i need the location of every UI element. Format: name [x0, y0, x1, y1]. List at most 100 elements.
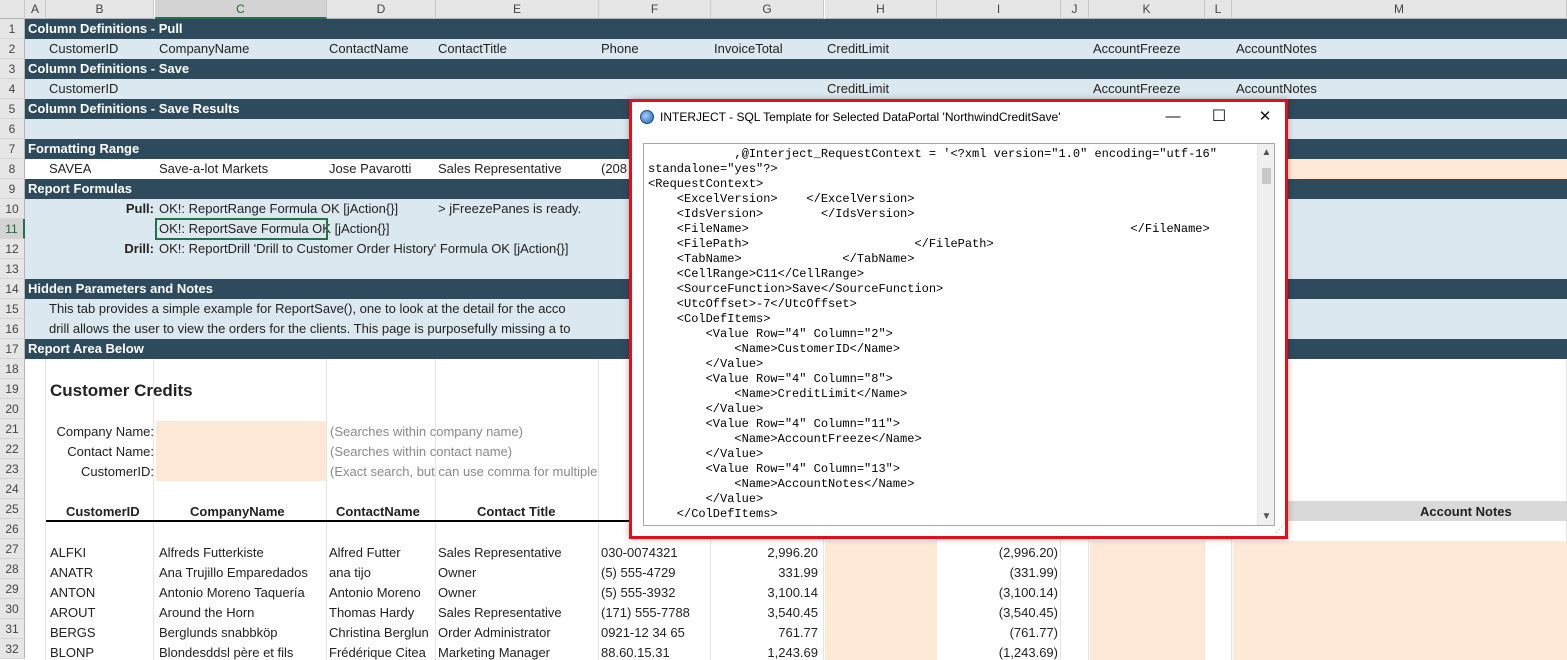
column-header[interactable]: B — [46, 0, 154, 19]
cell-contactname[interactable]: Thomas Hardy — [329, 603, 414, 623]
row-header[interactable]: 30 — [0, 599, 25, 619]
cell-contactname[interactable]: Christina Berglun — [329, 623, 429, 643]
sql-template-dialog[interactable]: INTERJECT - SQL Template for Selected Da… — [629, 99, 1288, 539]
header-customerid[interactable]: CustomerID — [66, 502, 140, 522]
row-header[interactable]: 17 — [0, 339, 25, 359]
row-header[interactable]: 21 — [0, 419, 25, 439]
column-header[interactable]: D — [327, 0, 436, 19]
cell-m2[interactable]: AccountNotes — [1236, 39, 1317, 59]
cell-invoicetotal[interactable]: 3,540.45 — [711, 603, 818, 623]
cell-phone[interactable]: 030-0074321 — [601, 543, 678, 563]
cell-companyname[interactable]: Blondesddsl père et fils — [159, 643, 293, 660]
cell-d2[interactable]: ContactName — [329, 39, 408, 59]
cell-f8[interactable]: (208 — [601, 159, 627, 179]
row-header[interactable]: 23 — [0, 459, 25, 479]
active-cell-c11[interactable] — [155, 218, 328, 240]
dialog-titlebar[interactable]: INTERJECT - SQL Template for Selected Da… — [632, 102, 1285, 132]
column-header[interactable]: F — [599, 0, 711, 19]
header-companyname[interactable]: CompanyName — [190, 502, 285, 522]
row-header[interactable]: 19 — [0, 379, 25, 399]
cell-b8[interactable]: SAVEA — [49, 159, 91, 179]
cell-m4[interactable]: AccountNotes — [1236, 79, 1317, 99]
row-header[interactable]: 25 — [0, 499, 25, 519]
row-header[interactable]: 3 — [0, 59, 25, 79]
cell-customerid[interactable]: AROUT — [50, 603, 96, 623]
header-contacttitle[interactable]: Contact Title — [477, 502, 556, 522]
column-header[interactable]: J — [1061, 0, 1089, 19]
cell-contacttitle[interactable]: Order Administrator — [438, 623, 551, 643]
scroll-thumb[interactable] — [1262, 168, 1271, 184]
cell-customerid[interactable]: BLONP — [50, 643, 94, 660]
row-header[interactable]: 14 — [0, 279, 25, 299]
cell-phone[interactable]: 0921-12 34 65 — [601, 623, 685, 643]
cell-contacttitle[interactable]: Owner — [438, 563, 476, 583]
column-header[interactable]: H — [825, 0, 937, 19]
contact-name-input[interactable] — [156, 441, 326, 461]
cell-b2[interactable]: CustomerID — [49, 39, 118, 59]
row-header[interactable]: 13 — [0, 259, 25, 279]
row-header[interactable]: 18 — [0, 359, 25, 379]
cell-companyname[interactable]: Alfreds Futterkiste — [159, 543, 264, 563]
row-header[interactable]: 1 — [0, 19, 25, 39]
resize-grip-icon[interactable]: ⋰ — [1275, 526, 1283, 534]
row-header[interactable]: 28 — [0, 559, 25, 579]
sql-template-textbox[interactable]: ,@Interject_RequestContext = '<?xml vers… — [643, 143, 1275, 526]
cell-customerid[interactable]: ANATR — [50, 563, 93, 583]
cell-h4[interactable]: CreditLimit — [827, 79, 889, 99]
row-header[interactable]: 2 — [0, 39, 25, 59]
row-header[interactable]: 11 — [0, 219, 25, 239]
cell-b16[interactable]: drill allows the user to view the orders… — [49, 319, 570, 339]
row-header[interactable]: 27 — [0, 539, 25, 559]
row-header[interactable]: 31 — [0, 619, 25, 639]
sql-template-text[interactable]: ,@Interject_RequestContext = '<?xml vers… — [648, 147, 1256, 522]
select-all-corner[interactable] — [0, 0, 25, 19]
cell-k2[interactable]: AccountFreeze — [1093, 39, 1180, 59]
row-header[interactable]: 29 — [0, 579, 25, 599]
cell-b4[interactable]: CustomerID — [49, 79, 118, 99]
cell-contacttitle[interactable]: Marketing Manager — [438, 643, 550, 660]
cell-customerid[interactable]: ALFKI — [50, 543, 86, 563]
cell-contactname[interactable]: Alfred Futter — [329, 543, 401, 563]
cell-customerid[interactable]: ANTON — [50, 583, 95, 603]
cell-f2[interactable]: Phone — [601, 39, 639, 59]
column-header[interactable]: G — [711, 0, 824, 19]
cell-customerid[interactable]: BERGS — [50, 623, 96, 643]
cell-companyname[interactable]: Ana Trujillo Emparedados — [159, 563, 308, 583]
cell-companyname[interactable]: Antonio Moreno Taquería — [159, 583, 305, 603]
cell-e10[interactable]: > jFreezePanes is ready. — [438, 199, 581, 219]
cell-e2[interactable]: ContactTitle — [438, 39, 507, 59]
row-header[interactable]: 4 — [0, 79, 25, 99]
cell-phone[interactable]: (171) 555-7788 — [601, 603, 690, 623]
cell-negative-total[interactable]: (761.77) — [937, 623, 1058, 643]
cell-contactname[interactable]: ana tijo — [329, 563, 371, 583]
cell-invoicetotal[interactable]: 3,100.14 — [711, 583, 818, 603]
column-header[interactable]: A — [25, 0, 46, 19]
minimize-button[interactable]: — — [1150, 102, 1196, 132]
cell-c8[interactable]: Save-a-lot Markets — [159, 159, 268, 179]
cell-c12[interactable]: OK!: ReportDrill 'Drill to Customer Orde… — [159, 239, 569, 259]
cell-companyname[interactable]: Berglunds snabbköp — [159, 623, 278, 643]
cell-c10[interactable]: OK!: ReportRange Formula OK [jAction{}] — [159, 199, 398, 219]
column-header[interactable]: E — [436, 0, 599, 19]
row-header[interactable]: 22 — [0, 439, 25, 459]
vertical-scrollbar[interactable]: ▲ ▼ — [1257, 144, 1274, 525]
cell-c2[interactable]: CompanyName — [159, 39, 249, 59]
row-header[interactable]: 6 — [0, 119, 25, 139]
column-header[interactable]: C — [155, 0, 327, 19]
column-header[interactable]: L — [1205, 0, 1232, 19]
row-header[interactable]: 12 — [0, 239, 25, 259]
cell-phone[interactable]: 88.60.15.31 — [601, 643, 670, 660]
header-accountnotes[interactable]: Account Notes — [1420, 502, 1512, 522]
cell-invoicetotal[interactable]: 1,243.69 — [711, 643, 818, 660]
cell-phone[interactable]: (5) 555-4729 — [601, 563, 675, 583]
row-header[interactable]: 7 — [0, 139, 25, 159]
cell-phone[interactable]: (5) 555-3932 — [601, 583, 675, 603]
cell-d8[interactable]: Jose Pavarotti — [329, 159, 411, 179]
header-contactname[interactable]: ContactName — [336, 502, 420, 522]
cell-companyname[interactable]: Around the Horn — [159, 603, 254, 623]
cell-b15[interactable]: This tab provides a simple example for R… — [49, 299, 566, 319]
row-header[interactable]: 24 — [0, 479, 25, 499]
cell-invoicetotal[interactable]: 331.99 — [711, 563, 818, 583]
column-header[interactable]: K — [1089, 0, 1205, 19]
close-button[interactable]: ✕ — [1242, 102, 1288, 132]
